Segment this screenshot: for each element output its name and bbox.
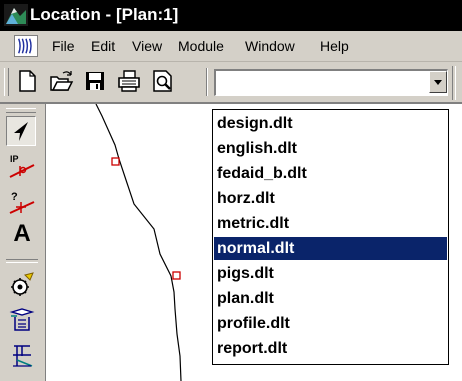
open-folder-icon[interactable] (48, 67, 74, 95)
dropdown-option-normal[interactable]: normal.dlt (214, 237, 447, 260)
toolbar-grip[interactable] (4, 68, 9, 96)
toolbar (0, 62, 462, 104)
dropdown-option-metric[interactable]: metric.dlt (214, 212, 447, 235)
toolbar-separator (206, 68, 208, 96)
svg-text:IP: IP (10, 154, 19, 164)
dropdown-option-pigs[interactable]: pigs.dlt (214, 262, 447, 285)
menu-bar: File Edit View Module Window Help (0, 31, 462, 62)
toolbar-edge (452, 66, 456, 100)
new-file-icon[interactable] (14, 67, 40, 95)
palette-separator (6, 259, 38, 263)
dropdown-option-english[interactable]: english.dlt (214, 137, 447, 160)
alignment-line (95, 104, 182, 381)
print-icon[interactable] (116, 67, 142, 95)
save-disk-icon[interactable] (82, 67, 108, 95)
tool-palette: IP ? A (0, 104, 46, 381)
menu-help[interactable]: Help (320, 37, 349, 55)
style-file-combobox[interactable] (214, 69, 448, 96)
select-arrow-icon (14, 122, 28, 141)
network-icon (13, 345, 33, 367)
app-logo-icon (4, 4, 28, 26)
menu-view[interactable]: View (132, 37, 162, 55)
print-preview-icon[interactable] (150, 67, 176, 95)
alignment-point (172, 271, 181, 280)
select-tool-button[interactable] (6, 116, 36, 146)
palette-grip[interactable] (6, 108, 36, 113)
menu-window[interactable]: Window (245, 37, 295, 55)
title-bar[interactable]: Location - [Plan:1] (0, 0, 462, 31)
menu-file[interactable]: File (52, 37, 75, 55)
document-icon[interactable] (14, 35, 38, 57)
combobox-dropdown-button[interactable] (429, 71, 447, 93)
dropdown-option-profile[interactable]: profile.dlt (214, 312, 447, 335)
chevron-down-icon (434, 80, 442, 85)
dropdown-option-report[interactable]: report.dlt (214, 337, 447, 360)
dropdown-option-horz[interactable]: horz.dlt (214, 187, 447, 210)
window-title: Location - [Plan:1] (30, 5, 179, 24)
menu-module[interactable]: Module (178, 37, 224, 55)
style-file-dropdown-list: design.dlt english.dlt fedaid_b.dlt horz… (212, 109, 449, 365)
query-icon: ? (9, 191, 35, 214)
dropdown-option-plan[interactable]: plan.dlt (214, 287, 447, 310)
query-tool-button[interactable]: ? (8, 188, 36, 216)
dropdown-option-design[interactable]: design.dlt (214, 112, 447, 135)
settings-tool-button[interactable] (8, 270, 36, 298)
dropdown-option-fedaid-b[interactable]: fedaid_b.dlt (214, 162, 447, 185)
layers-tool-button[interactable] (8, 306, 36, 334)
pi-point-icon: IP (9, 154, 35, 178)
text-tool-icon[interactable]: A (8, 220, 36, 248)
layers-icon (9, 308, 35, 331)
menu-edit[interactable]: Edit (91, 37, 115, 55)
settings-wrench-icon (11, 272, 34, 296)
alignment-point (111, 157, 120, 166)
svg-text:?: ? (11, 191, 18, 203)
network-tool-button[interactable] (8, 342, 36, 370)
pi-point-tool-button[interactable]: IP (8, 152, 36, 180)
application-window: Location - [Plan:1] File Edit View Modul… (0, 0, 462, 381)
